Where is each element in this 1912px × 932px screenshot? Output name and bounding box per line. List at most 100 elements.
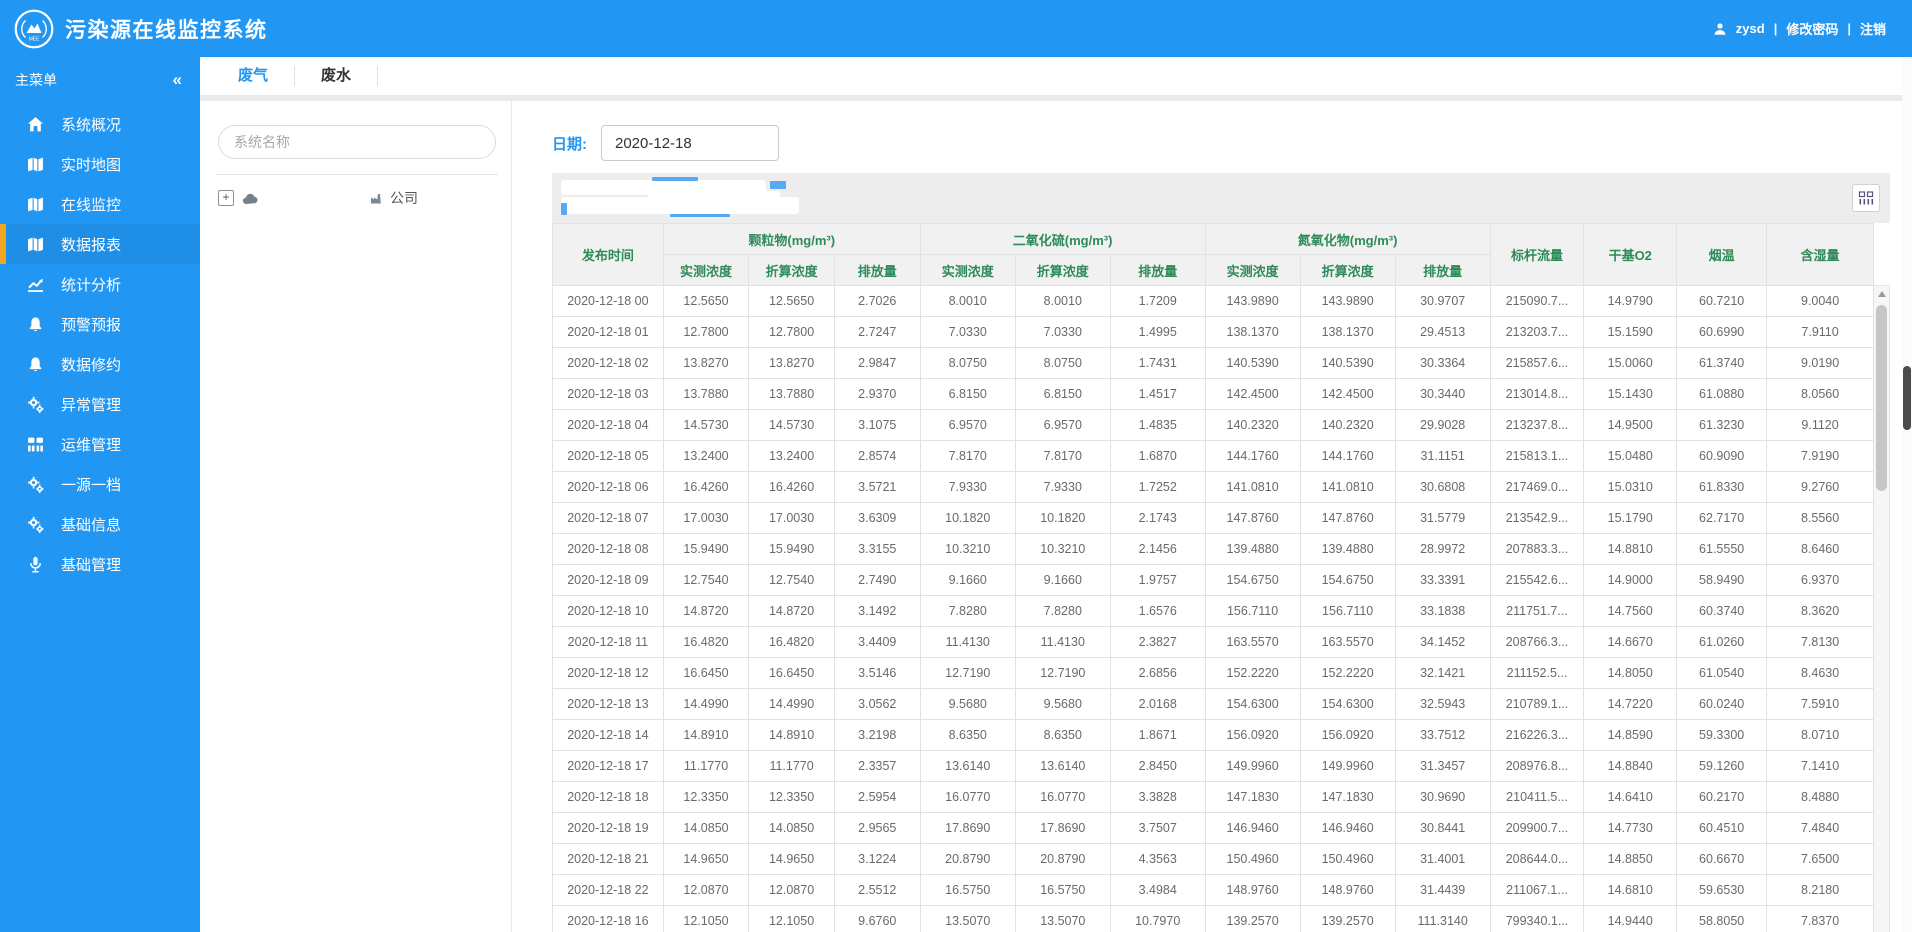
- scroll-up-arrow[interactable]: [1877, 291, 1886, 297]
- value-cell: 6.8150: [1014, 378, 1111, 410]
- sidebar-item-data-reports[interactable]: 数据报表: [0, 224, 200, 264]
- value-cell: 9.2760: [1766, 471, 1874, 503]
- app: MEE 污染源在线监控系统 zysd | 修改密码 | 注销 主菜单 « 系统概…: [0, 0, 1912, 932]
- sidebar-item-system-overview[interactable]: 系统概况: [0, 104, 200, 144]
- value-cell: 148.9760: [1204, 874, 1301, 906]
- value-cell: 61.8330: [1676, 471, 1768, 503]
- col-group-header-2: 氮氧化物(mg/m³): [1204, 223, 1491, 255]
- value-cell: 2.1456: [1109, 533, 1206, 565]
- sidebar-item-basic-management[interactable]: 基础管理: [0, 544, 200, 584]
- page-scrollbar-thumb[interactable]: [1903, 366, 1911, 430]
- value-cell: 60.6670: [1676, 843, 1768, 875]
- value-cell: 61.0540: [1676, 657, 1768, 689]
- sidebar-item-basic-info[interactable]: 基础信息: [0, 504, 200, 544]
- value-cell: 12.7190: [919, 657, 1016, 689]
- value-cell: 20.8790: [1014, 843, 1111, 875]
- table-row: 2020-12-18 14 14.8910 14.8910 3.2198 8.6350 8…: [552, 719, 1874, 751]
- value-cell: 1.4517: [1109, 378, 1206, 410]
- value-cell: 14.8590: [1583, 719, 1678, 751]
- value-cell: 6.9570: [1014, 409, 1111, 441]
- value-cell: 1.7252: [1109, 471, 1206, 503]
- redacted-fragment: [770, 181, 786, 189]
- value-cell: 14.8720: [662, 595, 750, 627]
- logout-link[interactable]: 注销: [1860, 19, 1886, 38]
- topbar: MEE 污染源在线监控系统 zysd | 修改密码 | 注销: [0, 0, 1912, 57]
- value-cell: 111.3140: [1394, 905, 1491, 932]
- publish-time-cell: 2020-12-18 05: [552, 440, 664, 472]
- sidebar-item-warning-forecast[interactable]: 预警预报: [0, 304, 200, 344]
- value-cell: 215090.7...: [1489, 285, 1585, 317]
- bell-icon: [27, 356, 46, 373]
- date-input[interactable]: [601, 125, 779, 161]
- value-cell: 14.6810: [1583, 874, 1678, 906]
- value-cell: 7.6500: [1766, 843, 1874, 875]
- divider: [216, 174, 498, 175]
- value-cell: 7.8170: [919, 440, 1016, 472]
- value-cell: 3.2198: [833, 719, 921, 751]
- col-subheader-0-2: 排放量: [833, 254, 921, 286]
- change-password-link[interactable]: 修改密码: [1786, 19, 1838, 38]
- value-cell: 30.8441: [1394, 812, 1491, 844]
- value-cell: 210411.5...: [1489, 781, 1585, 813]
- sidebar-item-data-revision[interactable]: 数据修约: [0, 344, 200, 384]
- sidebar-title: 主菜单: [15, 72, 57, 88]
- sidebar-item-label: 基础管理: [61, 556, 122, 574]
- expand-icon[interactable]: +: [218, 190, 234, 206]
- value-cell: 12.1050: [748, 905, 835, 932]
- sidebar-item-one-source-one-file[interactable]: 一源一档: [0, 464, 200, 504]
- table-scrollbar-thumb[interactable]: [1876, 305, 1887, 491]
- value-cell: 60.4510: [1676, 812, 1768, 844]
- value-cell: 143.9890: [1299, 285, 1396, 317]
- value-cell: 10.1820: [1014, 502, 1111, 534]
- collapse-sidebar-button[interactable]: «: [173, 70, 182, 90]
- value-cell: 14.9650: [662, 843, 750, 875]
- sidebar-item-operations-management[interactable]: 运维管理: [0, 424, 200, 464]
- tree-node[interactable]: + 公司: [218, 188, 496, 208]
- value-cell: 13.2400: [748, 440, 835, 472]
- value-cell: 2.1743: [1109, 502, 1206, 534]
- page-scrollbar[interactable]: [1902, 57, 1912, 932]
- table-head: 发布时间 颗粒物(mg/m³) 二氧化硫(mg/m³) 氮氧化物(mg/m³) 标杆流量…: [552, 223, 1874, 286]
- value-cell: 14.8840: [1583, 750, 1678, 782]
- publish-time-cell: 2020-12-18 06: [552, 471, 664, 503]
- value-cell: 12.7800: [748, 316, 835, 348]
- value-cell: 12.1050: [662, 905, 750, 932]
- search-input[interactable]: [218, 125, 496, 159]
- value-cell: 140.5390: [1299, 347, 1396, 379]
- col-header-single-3: 含湿量: [1766, 223, 1874, 286]
- sidebar-item-exception-management[interactable]: 异常管理: [0, 384, 200, 424]
- table-zone: 发布时间 颗粒物(mg/m³) 二氧化硫(mg/m³) 氮氧化物(mg/m³) 标杆流量…: [552, 223, 1890, 932]
- data-table: 发布时间 颗粒物(mg/m³) 二氧化硫(mg/m³) 氮氧化物(mg/m³) 标杆流量…: [552, 223, 1874, 932]
- value-cell: 6.9370: [1766, 564, 1874, 596]
- value-cell: 60.3740: [1676, 595, 1768, 627]
- username[interactable]: zysd: [1736, 21, 1765, 36]
- table-scrollbar[interactable]: [1874, 285, 1890, 932]
- sidebar-item-statistics-analysis[interactable]: 统计分析: [0, 264, 200, 304]
- value-cell: 144.1760: [1204, 440, 1301, 472]
- value-cell: 149.9960: [1299, 750, 1396, 782]
- col-header-publish-time: 发布时间: [552, 223, 664, 286]
- table-row: 2020-12-18 07 17.0030 17.0030 3.6309 10.1820…: [552, 502, 1874, 534]
- value-cell: 2.0168: [1109, 688, 1206, 720]
- value-cell: 2.9370: [833, 378, 921, 410]
- value-cell: 139.2570: [1204, 905, 1301, 932]
- publish-time-cell: 2020-12-18 04: [552, 409, 664, 441]
- tab-waste-gas[interactable]: 废气: [212, 66, 295, 86]
- value-cell: 14.9790: [1583, 285, 1678, 317]
- sidebar-item-online-monitoring[interactable]: 在线监控: [0, 184, 200, 224]
- col-subheader-1-2: 排放量: [1109, 254, 1206, 286]
- value-cell: 7.8130: [1766, 626, 1874, 658]
- value-cell: 3.0562: [833, 688, 921, 720]
- value-cell: 215857.6...: [1489, 347, 1585, 379]
- value-cell: 31.1151: [1394, 440, 1491, 472]
- sidebar-item-realtime-map[interactable]: 实时地图: [0, 144, 200, 184]
- tab-waste-water[interactable]: 废水: [295, 66, 378, 86]
- redacted-text: [266, 192, 362, 204]
- publish-time-cell: 2020-12-18 10: [552, 595, 664, 627]
- value-cell: 147.1830: [1204, 781, 1301, 813]
- main-area: 废气废水 +: [200, 57, 1912, 932]
- column-picker-button[interactable]: [1852, 184, 1880, 212]
- mee-logo-icon: MEE: [14, 9, 54, 49]
- value-cell: 15.9490: [748, 533, 835, 565]
- value-cell: 7.0330: [1014, 316, 1111, 348]
